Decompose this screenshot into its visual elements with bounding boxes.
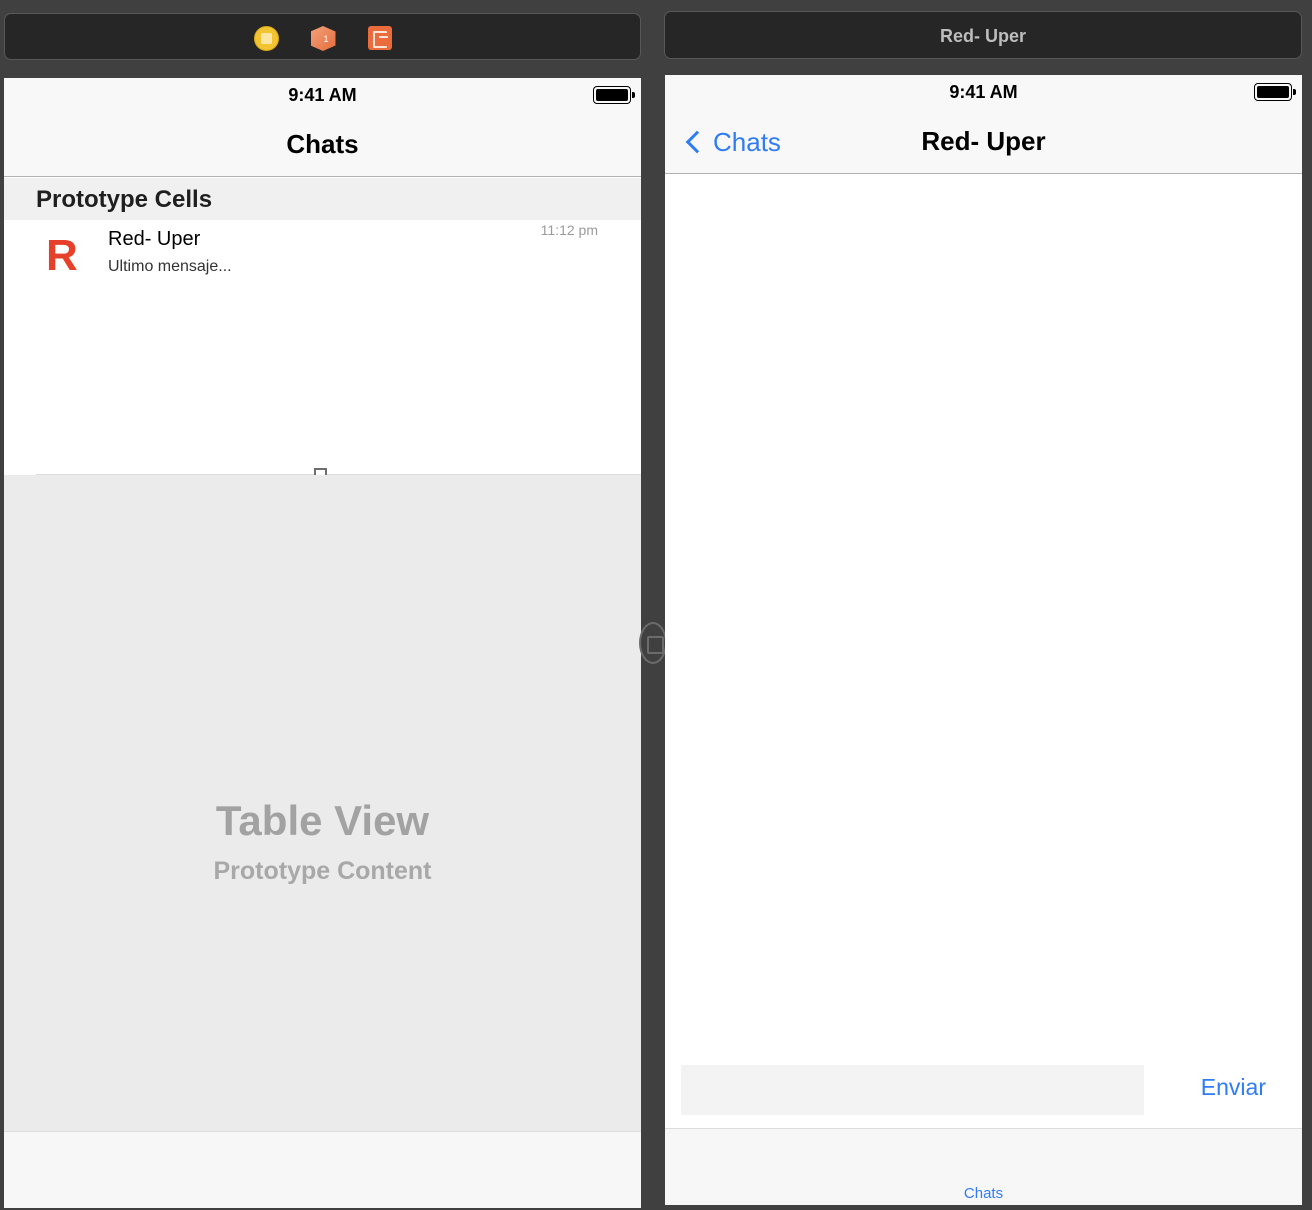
chats-screen: 9:41 AM Chats Prototype Cells R Red- Upe… [4,78,641,1208]
message-input[interactable] [681,1065,1144,1115]
scene-title: Red- Uper [939,26,1026,46]
chat-screen: 9:41 AM Chats Red- Uper Enviar Chats [665,75,1302,1205]
battery-icon [593,86,635,104]
scene-dock-chat: Red- Uper [664,11,1302,59]
status-time: 9:41 AM [949,82,1018,102]
battery-icon [1254,83,1296,101]
section-header: Prototype Cells [4,178,641,220]
view-controller-icon[interactable] [253,26,279,51]
status-bar: 9:41 AM [4,78,641,113]
navigation-bar: Chats [4,113,641,177]
tab-bar [4,1131,641,1208]
last-message: Ultimo mensaje... [108,258,232,275]
placeholder-title: Table View [215,797,430,844]
table-view-placeholder: Table View Prototype Content [4,475,641,1131]
tab-chats[interactable]: Chats [665,1185,1302,1202]
chat-cell[interactable]: R Red- Uper Ultimo mensaje... 11:12 pm [4,220,641,475]
chat-name: Red- Uper [108,228,201,250]
scene-dock-chats [4,13,641,60]
avatar: R [46,231,78,280]
status-bar: 9:41 AM [665,75,1302,110]
page-title: Red- Uper [921,126,1046,156]
status-time: 9:41 AM [288,85,357,105]
segue-icon[interactable] [639,622,667,664]
placeholder-subtitle: Prototype Content [213,857,432,885]
page-title: Chats [286,129,359,159]
exit-icon[interactable] [367,26,392,50]
send-button[interactable]: Enviar [1201,1074,1266,1101]
navigation-bar: Chats Red- Uper [665,110,1302,174]
message-time: 11:12 pm [540,222,598,238]
tab-bar: Chats [665,1128,1302,1205]
first-responder-icon[interactable] [310,26,336,51]
